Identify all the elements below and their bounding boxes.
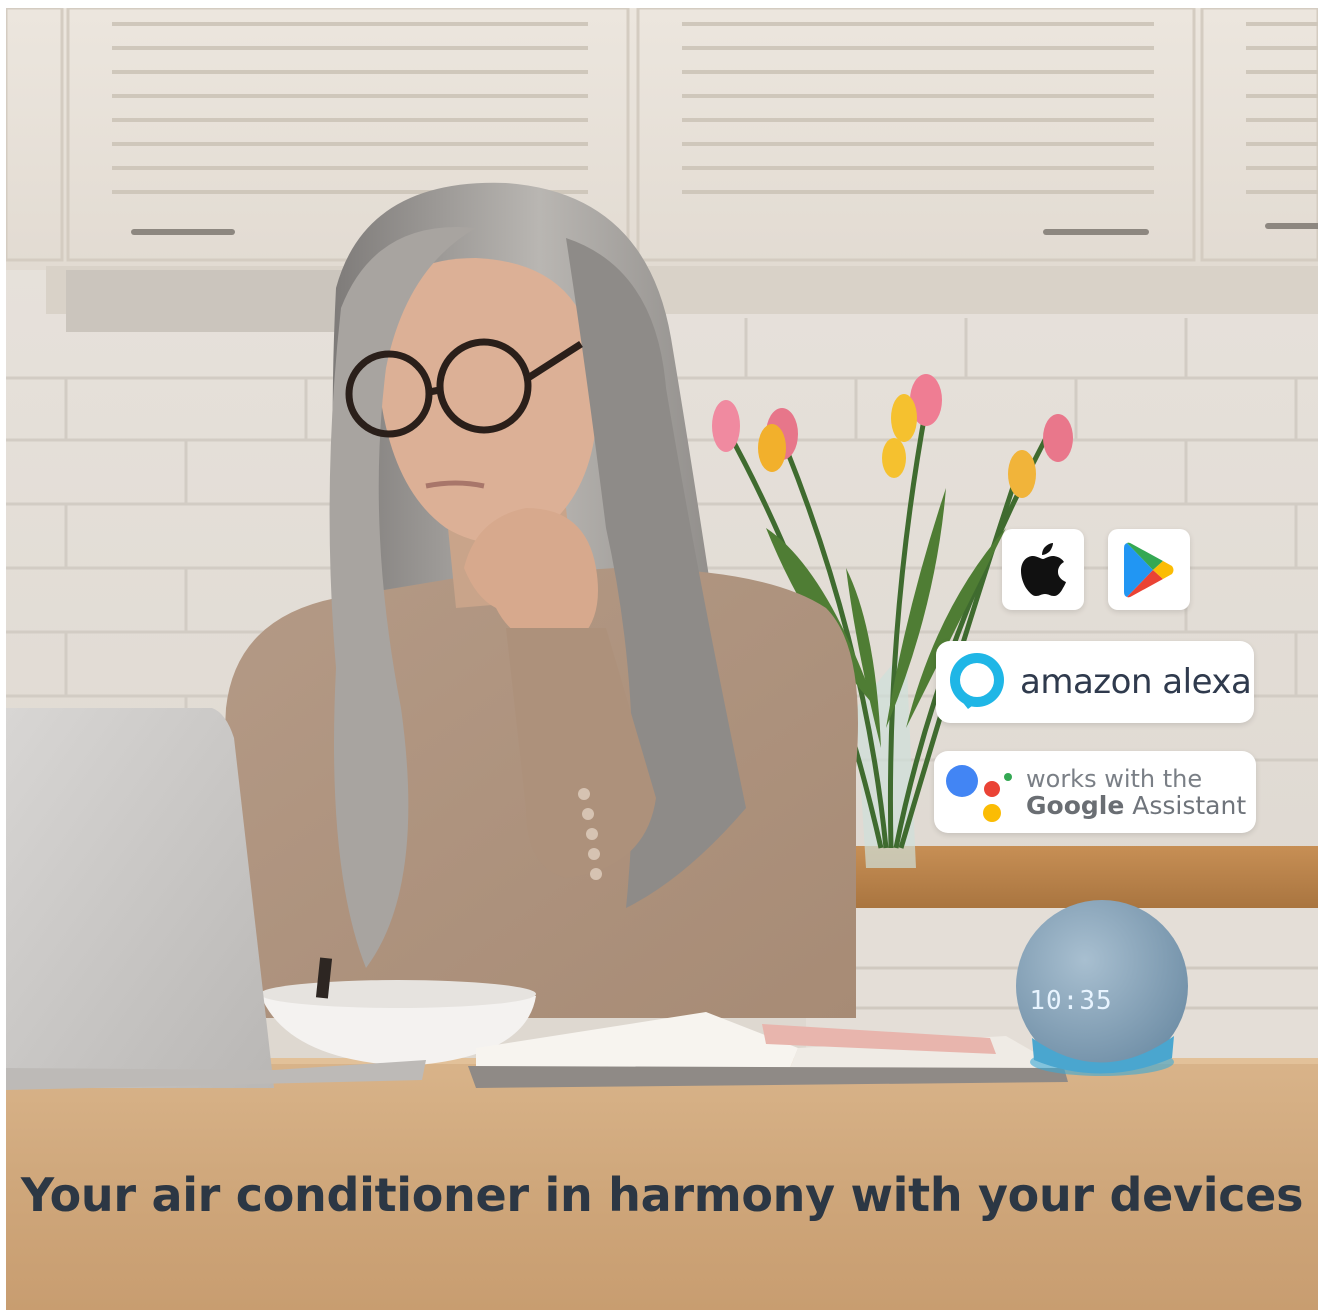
apple-app-store-badge[interactable] bbox=[1002, 529, 1084, 610]
google-brand-word: Google bbox=[1026, 790, 1125, 820]
google-assistant-badge[interactable]: works with the Google Assistant bbox=[934, 751, 1256, 833]
google-assistant-dots-icon bbox=[946, 765, 1012, 822]
speaker-clock-readout: 10:35 bbox=[1029, 986, 1113, 1016]
headline: Your air conditioner in harmony with you… bbox=[20, 1168, 1304, 1222]
apple-logo-icon bbox=[1021, 542, 1066, 596]
google-assistant-line1: works with the bbox=[1026, 764, 1203, 793]
alexa-ring-icon bbox=[950, 653, 1004, 709]
google-assistant-line2: Google Assistant bbox=[1026, 793, 1246, 818]
assistant-word: Assistant bbox=[1124, 790, 1247, 820]
google-play-badge[interactable] bbox=[1108, 529, 1190, 610]
alexa-label: amazon alexa bbox=[1020, 662, 1252, 702]
google-play-icon bbox=[1124, 542, 1174, 597]
amazon-alexa-badge[interactable]: amazon alexa bbox=[936, 641, 1254, 723]
kitchen-photo-scene: 10:35 amazon alexa works with the Google… bbox=[6, 8, 1318, 1310]
